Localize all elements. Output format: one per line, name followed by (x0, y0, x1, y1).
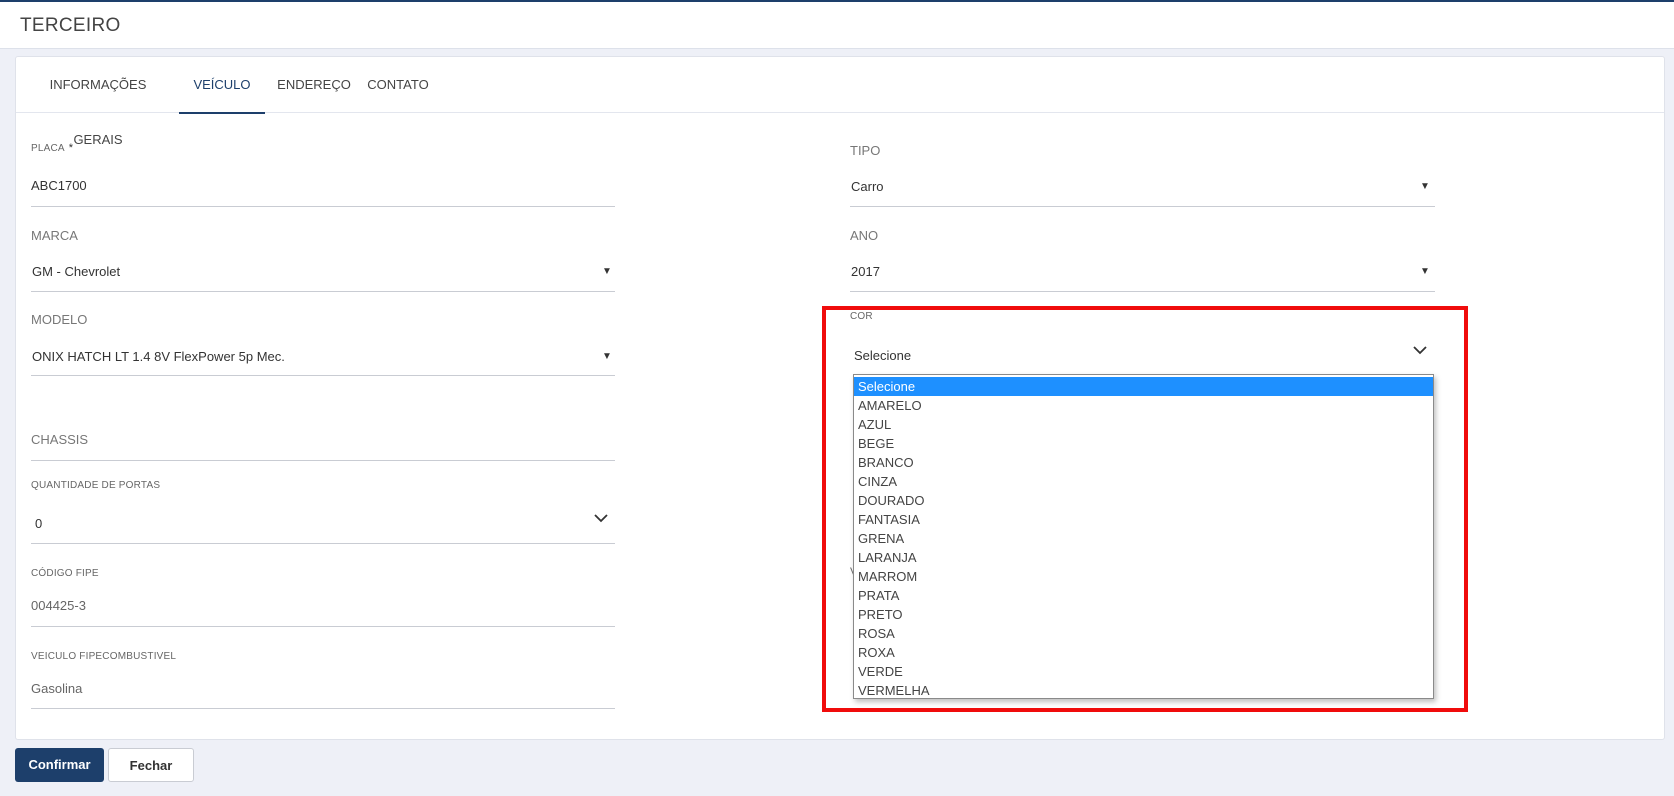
tipo-select[interactable]: Carro (851, 179, 884, 194)
codigo-fipe-value: 004425-3 (31, 598, 86, 613)
codigo-fipe-label: CÓDIGO FIPE (31, 568, 99, 579)
close-button[interactable]: Fechar (108, 748, 194, 782)
page-title: TERCEIRO (20, 15, 121, 36)
ano-label: ANO (850, 228, 879, 243)
ano-underline (850, 291, 1435, 292)
modelo-select[interactable]: ONIX HATCH LT 1.4 8V FlexPower 5p Mec. (32, 349, 285, 364)
portas-label: QUANTIDADE DE PORTAS (31, 480, 161, 491)
portas-underline (31, 543, 615, 544)
codigo-fipe-underline (31, 626, 615, 627)
marca-select[interactable]: GM - Chevrolet (32, 264, 120, 279)
tipo-caret-icon[interactable]: ▼ (1420, 181, 1430, 192)
required-marker: * (68, 142, 74, 154)
tab-bar: INFORMAÇÕES GERAIS VEÍCULO ENDEREÇO CONT… (16, 57, 1664, 147)
tab-veiculo[interactable]: VEÍCULO (179, 57, 265, 114)
combustivel-label: VEICULO FIPECOMBUSTIVEL (31, 651, 177, 662)
combustivel-underline (31, 708, 615, 709)
ano-select[interactable]: 2017 (851, 264, 880, 279)
portas-select[interactable]: 0 (35, 516, 42, 531)
marca-underline (31, 291, 615, 292)
placa-underline (31, 206, 615, 207)
page-header: TERCEIRO (0, 2, 1674, 49)
combustivel-value: Gasolina (31, 681, 83, 696)
marca-caret-icon[interactable]: ▼ (602, 266, 612, 277)
placa-label: PLACA * (31, 142, 74, 154)
tipo-label: TIPO (850, 143, 881, 158)
modelo-caret-icon[interactable]: ▼ (602, 351, 612, 362)
ano-caret-icon[interactable]: ▼ (1420, 266, 1430, 277)
tipo-underline (850, 206, 1435, 207)
chassis-input[interactable] (31, 455, 611, 473)
chassis-label: CHASSIS (31, 432, 89, 447)
modelo-label: MODELO (31, 312, 88, 327)
modelo-underline (31, 375, 615, 376)
tab-informacoes-gerais[interactable]: INFORMAÇÕES GERAIS (26, 57, 170, 147)
marca-label: MARCA (31, 228, 78, 243)
placa-input[interactable]: ABC1700 (31, 178, 87, 193)
chassis-underline (31, 460, 615, 461)
tab-endereco[interactable]: ENDEREÇO (274, 57, 354, 112)
chevron-down-icon[interactable] (594, 513, 608, 523)
tab-contato[interactable]: CONTATO (363, 57, 433, 112)
highlight-box (822, 306, 1468, 712)
confirm-button[interactable]: Confirmar (15, 748, 104, 782)
